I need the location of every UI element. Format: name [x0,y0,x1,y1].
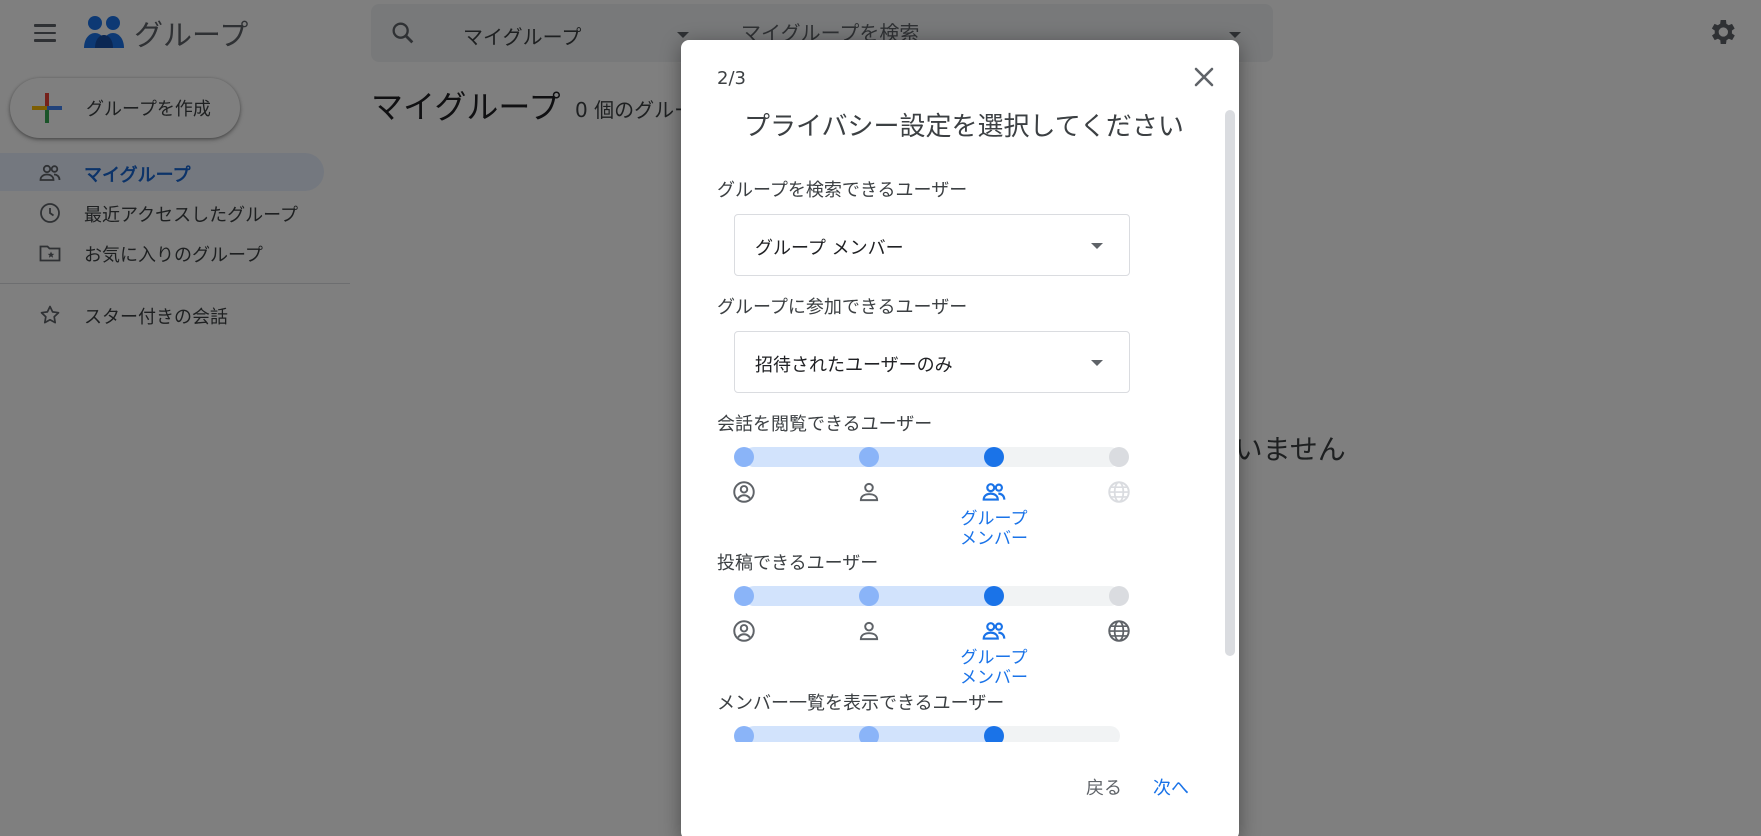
globe-icon [1108,481,1130,503]
caption-line: メンバー [960,668,1028,688]
slider-stop-group-members[interactable] [984,447,1004,467]
next-button[interactable]: 次へ [1153,774,1189,800]
globe-icon [1108,620,1130,642]
person-icon [859,482,879,502]
post-who-label: 投稿できるユーザー [717,553,879,574]
caption-line: グループ [960,509,1028,529]
join-who-label: グループに参加できるユーザー [717,297,968,318]
caption-line: グループ [960,648,1028,668]
back-button[interactable]: 戻る [1086,774,1122,800]
view-conversations-slider[interactable]: グループ メンバー [733,437,1130,567]
slider-stop-owners[interactable] [734,586,754,606]
chevron-down-icon [1091,243,1103,249]
slider-stop-org[interactable] [859,447,879,467]
step-indicator: 2/3 [717,68,746,89]
privacy-settings-dialog: 2/3 プライバシー設定を選択してください グループを検索できるユーザー グルー… [681,40,1239,836]
dialog-title: プライバシー設定を選択してください [744,112,1184,142]
join-who-select[interactable]: 招待されたユーザーのみ [734,331,1130,393]
slider-stop-owners[interactable] [734,726,754,742]
account-circle-icon [733,481,755,503]
view-conversations-label: 会話を閲覧できるユーザー [717,414,933,435]
slider-stop-group-members[interactable] [984,586,1004,606]
slider-stop-org[interactable] [859,586,879,606]
selected-level-caption: グループ メンバー [949,648,1039,688]
search-who-select[interactable]: グループ メンバー [734,214,1130,276]
join-who-value: 招待されたユーザーのみ [755,355,953,376]
group-members-icon [982,622,1006,640]
slider-stop-public[interactable] [1109,447,1129,467]
close-icon[interactable] [1189,62,1219,92]
slider-stop-group-members[interactable] [984,726,1004,742]
view-members-slider[interactable] [734,716,1130,742]
slider-stop-org[interactable] [859,726,879,742]
person-icon [859,621,879,641]
dialog-scrollbar-thumb[interactable] [1225,110,1235,656]
chevron-down-icon [1091,360,1103,366]
account-circle-icon [733,620,755,642]
selected-level-caption: グループ メンバー [949,509,1039,549]
scroll-fade [721,742,1221,766]
search-who-value: グループ メンバー [755,238,904,259]
view-members-label: メンバー一覧を表示できるユーザー [717,693,1005,714]
search-who-label: グループを検索できるユーザー [717,180,968,201]
group-members-icon [982,483,1006,501]
slider-stop-owners[interactable] [734,447,754,467]
slider-stop-public[interactable] [1109,586,1129,606]
caption-line: メンバー [960,529,1028,549]
post-who-slider[interactable]: グループ メンバー [733,576,1130,706]
